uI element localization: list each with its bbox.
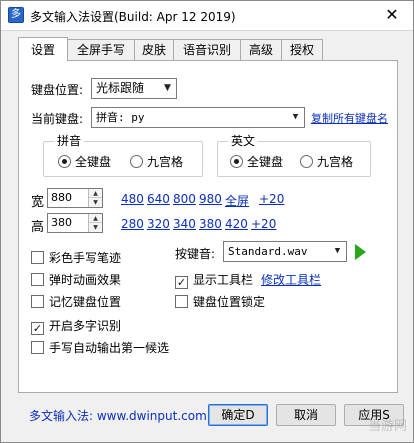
- chevron-down-icon: ▼: [292, 112, 299, 122]
- ok-button[interactable]: 确定D: [208, 404, 268, 426]
- width-preset-640[interactable]: 640: [147, 192, 170, 206]
- current-keyboard-label: 当前键盘:: [31, 112, 84, 126]
- height-preset-380[interactable]: 380: [199, 217, 222, 231]
- edit-toolbar-link[interactable]: 修改工具栏: [261, 271, 321, 288]
- checkbox-unchecked-icon: [175, 295, 188, 308]
- english-full-radio[interactable]: 全键盘: [230, 153, 283, 170]
- colorful-stroke-checkbox[interactable]: 彩色手写笔迹: [31, 249, 121, 266]
- app-icon: 多: [8, 7, 24, 23]
- key-sound-value: Standard.wav: [228, 245, 308, 258]
- show-toolbar-checkbox[interactable]: ✓ 显示工具栏: [175, 271, 253, 289]
- checkbox-label: 记忆键盘位置: [49, 295, 122, 309]
- width-preset-fullscreen[interactable]: 全屏: [225, 192, 249, 209]
- width-label: 宽: [31, 195, 45, 210]
- checkbox-unchecked-icon: [31, 295, 44, 308]
- checkbox-unchecked-icon: [31, 341, 44, 354]
- popup-animation-checkbox[interactable]: 弹时动画效果: [31, 271, 121, 288]
- spin-up-icon[interactable]: ▲: [89, 189, 102, 198]
- width-preset-800[interactable]: 800: [173, 192, 196, 206]
- checkbox-label: 彩色手写笔迹: [49, 251, 122, 265]
- chevron-down-icon: ▼: [164, 83, 171, 93]
- spin-down-icon[interactable]: ▼: [89, 223, 102, 232]
- width-preset-980[interactable]: 980: [199, 192, 222, 206]
- radio-unselected-icon: [300, 155, 313, 168]
- key-sound-label: 按键音:: [175, 247, 216, 261]
- settings-window: 多 多文输入法设置(Build: Apr 12 2019) ✕ 设置 全屏手写 …: [0, 0, 414, 443]
- watermark: 当游网: [367, 419, 407, 434]
- current-keyboard-select[interactable]: 拼音: py ▼: [91, 107, 305, 128]
- title-bar[interactable]: 多 多文输入法设置(Build: Apr 12 2019) ✕: [1, 1, 413, 31]
- english-group-title: 英文: [228, 134, 259, 148]
- spin-down-icon[interactable]: ▼: [89, 198, 102, 207]
- checkbox-checked-icon: ✓: [31, 322, 44, 335]
- tab-license[interactable]: 授权: [281, 39, 323, 61]
- checkbox-unchecked-icon: [31, 273, 44, 286]
- height-value: 380: [51, 216, 72, 229]
- key-sound-select[interactable]: Standard.wav ▼: [223, 241, 347, 262]
- keyboard-position-select[interactable]: 光标跟随 ▼: [91, 78, 177, 99]
- checkbox-label: 手写自动输出第一候选: [49, 341, 170, 355]
- checkbox-label: 弹时动画效果: [49, 273, 122, 287]
- pinyin-group: 拼音 全键盘 九宫格: [43, 134, 203, 177]
- height-stepper-buttons: ▲ ▼: [88, 214, 102, 232]
- pinyin-group-title: 拼音: [54, 134, 85, 148]
- height-label: 高: [31, 220, 45, 235]
- radio-label: 全键盘: [75, 155, 112, 169]
- height-stepper[interactable]: 380 ▲ ▼: [47, 213, 103, 233]
- keyboard-position-label: 键盘位置:: [31, 83, 84, 97]
- english-nine-grid-radio[interactable]: 九宫格: [300, 153, 353, 170]
- radio-label: 全键盘: [247, 155, 284, 169]
- play-icon[interactable]: [355, 244, 366, 260]
- width-stepper[interactable]: 880 ▲ ▼: [47, 188, 103, 208]
- height-preset-340[interactable]: 340: [173, 217, 196, 231]
- checkbox-label: 开启多字识别: [49, 319, 122, 333]
- remember-position-checkbox[interactable]: 记忆键盘位置: [31, 293, 121, 310]
- radio-selected-icon: [230, 155, 243, 168]
- checkbox-label: 键盘位置锁定: [193, 295, 266, 309]
- checkbox-checked-icon: ✓: [175, 276, 188, 289]
- auto-output-first-candidate-checkbox[interactable]: 手写自动输出第一候选: [31, 339, 169, 356]
- radio-label: 九宫格: [317, 155, 354, 169]
- width-preset-plus20[interactable]: +20: [259, 192, 284, 206]
- keyboard-position-value: 光标跟随: [96, 81, 145, 95]
- width-stepper-buttons: ▲ ▼: [88, 189, 102, 207]
- pinyin-full-radio[interactable]: 全键盘: [58, 153, 111, 170]
- radio-unselected-icon: [130, 155, 143, 168]
- pinyin-nine-grid-radio[interactable]: 九宫格: [130, 153, 183, 170]
- height-preset-280[interactable]: 280: [121, 217, 144, 231]
- cancel-button[interactable]: 取消: [276, 404, 336, 426]
- height-preset-420[interactable]: 420: [225, 217, 248, 231]
- width-preset-480[interactable]: 480: [121, 192, 144, 206]
- current-keyboard-value: 拼音: py: [96, 111, 145, 124]
- lock-position-checkbox[interactable]: 键盘位置锁定: [175, 293, 265, 310]
- english-group: 英文 全键盘 九宫格: [217, 134, 371, 177]
- height-preset-320[interactable]: 320: [147, 217, 170, 231]
- height-preset-plus20[interactable]: +20: [251, 217, 276, 231]
- close-icon[interactable]: ✕: [381, 5, 403, 25]
- chevron-down-icon: ▼: [334, 246, 341, 256]
- radio-selected-icon: [58, 155, 71, 168]
- checkbox-label: 显示工具栏: [193, 273, 254, 287]
- settings-panel: 键盘位置: 光标跟随 ▼ 当前键盘: 拼音: py ▼ 复制所有键盘名 拼音 全…: [18, 60, 398, 423]
- radio-label: 九宫格: [147, 155, 184, 169]
- spin-up-icon[interactable]: ▲: [89, 214, 102, 223]
- width-value: 880: [51, 191, 72, 204]
- brand-link[interactable]: 多文输入法: www.dwinput.com: [29, 407, 207, 424]
- window-title: 多文输入法设置(Build: Apr 12 2019): [30, 10, 236, 24]
- checkbox-unchecked-icon: [31, 251, 44, 264]
- copy-keyboards-link[interactable]: 复制所有键盘名: [311, 110, 388, 126]
- tab-voice-recognition[interactable]: 语音识别: [173, 39, 241, 61]
- tab-skin[interactable]: 皮肤: [134, 39, 174, 61]
- multi-char-recognition-checkbox[interactable]: ✓ 开启多字识别: [31, 317, 121, 335]
- tab-settings[interactable]: 设置: [18, 37, 68, 61]
- tab-advanced[interactable]: 高级: [240, 39, 282, 61]
- tab-fullscreen-handwriting[interactable]: 全屏手写: [67, 39, 135, 61]
